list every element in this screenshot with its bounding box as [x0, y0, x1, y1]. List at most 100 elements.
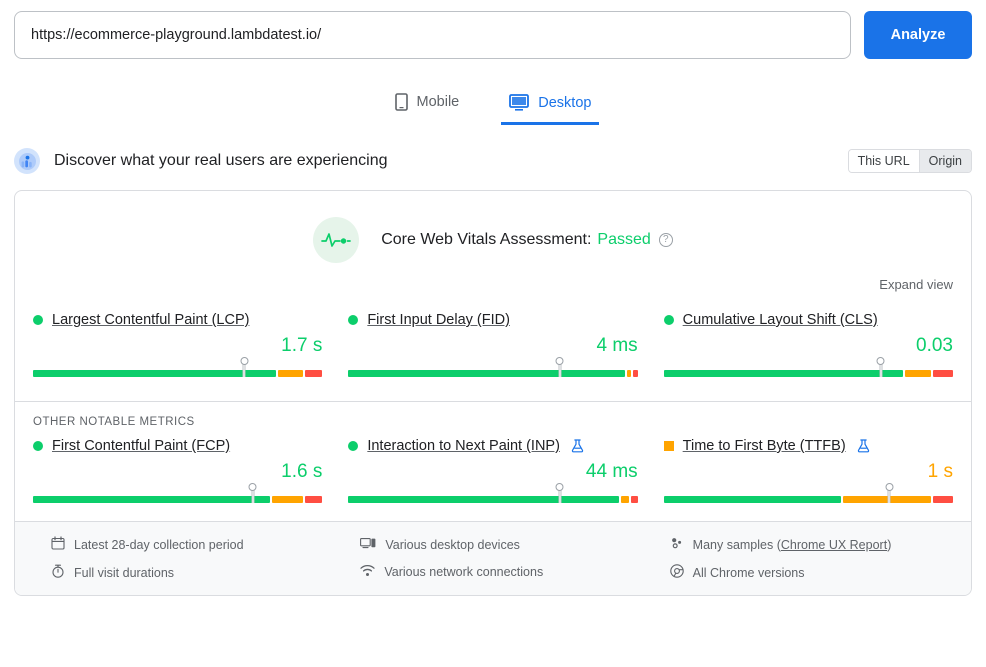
- bar-segment-poor: [630, 496, 638, 503]
- bar-segment-needs-improvement: [842, 496, 932, 503]
- tab-desktop[interactable]: Desktop: [501, 94, 600, 125]
- metric-card: First Contentful Paint (FCP) 1.6 s: [33, 438, 323, 503]
- metric-label-row: Interaction to Next Paint (INP): [348, 438, 637, 454]
- discover-header: Discover what your real users are experi…: [0, 146, 986, 176]
- metric-percentile-marker: [558, 364, 562, 377]
- footer-item-text: Latest 28-day collection period: [74, 537, 244, 552]
- footer-item-text: Full visit durations: [74, 565, 175, 580]
- help-icon[interactable]: ?: [658, 233, 673, 247]
- footer-item-text-after: ): [887, 537, 892, 552]
- bar-segment-needs-improvement: [271, 496, 304, 503]
- footer-column: Various desktop devices Various network c…: [360, 536, 643, 581]
- tab-mobile-label: Mobile: [416, 94, 460, 110]
- metric-distribution-bar: [33, 361, 323, 377]
- metric-card: First Input Delay (FID) 4 ms: [348, 312, 638, 377]
- tab-desktop-label: Desktop: [538, 94, 592, 111]
- metric-label-row: First Contentful Paint (FCP): [33, 438, 322, 454]
- footer-item-text: Various desktop devices: [385, 537, 520, 552]
- scope-toggle: This URL Origin: [847, 149, 972, 173]
- metric-label-row: First Input Delay (FID): [348, 312, 637, 328]
- discover-title: Discover what your real users are experi…: [54, 152, 388, 169]
- wifi-icon: [360, 564, 375, 580]
- metric-value: 1.6 s: [281, 461, 323, 482]
- bar-segment-poor: [633, 370, 638, 377]
- users-avatar-icon: [14, 148, 40, 174]
- other-metrics-heading: OTHER NOTABLE METRICS: [33, 416, 195, 428]
- footer-column: Many samples (Chrome UX Report) All Chrom…: [669, 536, 953, 581]
- cwv-assessment-status: Passed: [597, 231, 651, 248]
- url-input[interactable]: [14, 11, 851, 59]
- metric-percentile-marker: [242, 364, 246, 377]
- footer-item: Various desktop devices: [360, 536, 643, 553]
- chrome-ux-report-link[interactable]: Chrome UX Report: [781, 538, 887, 552]
- metric-value: 44 ms: [585, 461, 638, 482]
- footer-column: Latest 28-day collection period Full visi…: [51, 536, 334, 581]
- metric-card: Largest Contentful Paint (LCP) 1.7 s: [33, 312, 323, 377]
- bar-segment-needs-improvement: [627, 370, 632, 377]
- metric-name-link[interactable]: Time to First Byte (TTFB): [683, 438, 846, 454]
- metric-status-dot: [663, 315, 674, 325]
- cwv-assessment-prefix: Core Web Vitals Assessment:: [381, 231, 592, 248]
- metric-name-link[interactable]: Interaction to Next Paint (INP): [367, 438, 560, 454]
- metric-percentile-marker: [887, 490, 891, 503]
- bar-segment-good: [33, 496, 270, 503]
- metric-card: Time to First Byte (TTFB) 1 s: [663, 438, 953, 503]
- metric-value: 4 ms: [596, 335, 638, 356]
- pulse-icon: [313, 217, 360, 263]
- mobile-icon: [394, 93, 408, 111]
- footer-item: Full visit durations: [51, 564, 334, 581]
- metric-status-dot: [33, 441, 43, 451]
- tab-mobile[interactable]: Mobile: [387, 93, 468, 125]
- samples-icon: [670, 536, 684, 553]
- metric-name-link[interactable]: First Input Delay (FID): [367, 312, 510, 328]
- metric-name-link[interactable]: Largest Contentful Paint (LCP): [52, 312, 249, 328]
- metric-name-link[interactable]: Cumulative Layout Shift (CLS): [683, 312, 878, 328]
- metric-status-dot: [348, 441, 359, 451]
- bar-segment-poor: [305, 496, 323, 503]
- cwv-assessment-title: Core Web Vitals Assessment: Passed ?: [381, 231, 673, 249]
- metric-label-row: Largest Contentful Paint (LCP): [33, 312, 322, 328]
- desktop-icon: [509, 94, 530, 111]
- metric-label-row: Cumulative Layout Shift (CLS): [663, 312, 953, 328]
- metric-distribution-bar: [663, 361, 953, 377]
- metric-status-dot: [33, 315, 43, 325]
- expand-view-link[interactable]: Expand view: [879, 277, 953, 292]
- footer-item-text: Various network connections: [384, 565, 544, 579]
- scope-this-url[interactable]: This URL: [848, 150, 920, 172]
- metric-name-link[interactable]: First Contentful Paint (FCP): [52, 438, 230, 454]
- metric-value: 0.03: [916, 335, 953, 356]
- bar-segment-good: [663, 496, 841, 503]
- scope-origin[interactable]: Origin: [919, 150, 971, 172]
- metric-percentile-marker: [879, 364, 883, 377]
- footer-item: All Chrome versions: [669, 564, 953, 581]
- search-bar: Analyze: [0, 0, 986, 59]
- field-data-footer: Latest 28-day collection period Full visi…: [15, 521, 971, 595]
- analyze-button[interactable]: Analyze: [864, 11, 972, 59]
- metric-distribution-bar: [663, 487, 953, 503]
- bar-segment-good: [663, 370, 904, 377]
- metric-distribution-bar: [348, 487, 638, 503]
- bar-segment-poor: [933, 496, 953, 503]
- metric-distribution-bar: [348, 361, 638, 377]
- bar-segment-poor: [933, 370, 953, 377]
- footer-item-text: All Chrome versions: [692, 565, 805, 580]
- bar-segment-needs-improvement: [621, 496, 629, 503]
- bar-segment-good: [348, 370, 626, 377]
- experimental-flask-icon: [571, 439, 584, 453]
- bar-segment-needs-improvement: [905, 370, 932, 377]
- stopwatch-icon: [51, 564, 65, 581]
- bar-segment-good: [348, 496, 620, 503]
- metric-distribution-bar: [33, 487, 323, 503]
- metric-percentile-marker: [558, 490, 562, 503]
- metric-value: 1 s: [927, 461, 953, 482]
- core-web-vitals-grid: Largest Contentful Paint (LCP) 1.7 s First…: [15, 292, 971, 401]
- bar-segment-needs-improvement: [277, 370, 304, 377]
- desktop-devices-icon: [360, 536, 376, 553]
- metric-value: 1.7 s: [281, 335, 323, 356]
- metric-card: Cumulative Layout Shift (CLS) 0.03: [663, 312, 953, 377]
- footer-item: Many samples (Chrome UX Report): [670, 536, 953, 553]
- footer-item: Various network connections: [360, 564, 643, 580]
- cwv-assessment-header: Core Web Vitals Assessment: Passed ?: [15, 191, 971, 263]
- expand-view-row: Expand view: [15, 263, 971, 292]
- bar-segment-good: [33, 370, 276, 377]
